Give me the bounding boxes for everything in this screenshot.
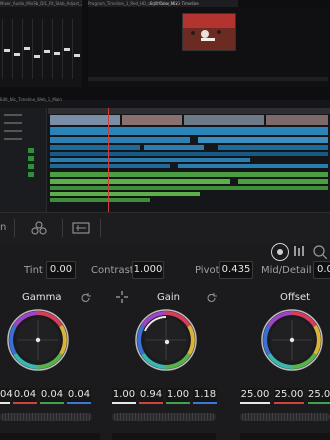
gamma-red-value[interactable]: 0.04 [13, 388, 37, 402]
gain-title: Gain [157, 292, 180, 303]
middetail-label: Mid/Detail [261, 265, 312, 276]
primaries-bars-icon[interactable] [291, 243, 307, 259]
gain-green-value[interactable]: 1.00 [166, 388, 190, 402]
gamma-master-jog[interactable] [0, 413, 92, 421]
palette-icon[interactable] [30, 221, 48, 235]
color-panel: Tint 0.00 Contrast 1.000 Pivot 0.435 Mid… [0, 243, 330, 440]
offset-red-value[interactable]: 25.00 [274, 388, 304, 402]
pivot-field[interactable]: 0.435 [219, 261, 253, 279]
contrast-field[interactable]: 1.000 [132, 261, 164, 279]
program-viewer[interactable] [88, 7, 328, 87]
mixer-title: Mixer_Audio_MixSb_DI1_Rt_Stab_Adjust_202… [0, 0, 82, 7]
contrast-label: Contrast [91, 265, 134, 276]
gamma-green-value[interactable]: 0.04 [40, 388, 64, 402]
gain-blue-value[interactable]: 1.18 [193, 388, 217, 402]
truncated-label: n [0, 222, 7, 233]
gamma-title: Gamma [22, 292, 62, 303]
gain-master-jog[interactable] [112, 413, 216, 421]
gain-wheel[interactable] [133, 307, 199, 373]
gain-red-value[interactable]: 0.94 [139, 388, 163, 402]
gamma-wheel[interactable] [5, 307, 71, 373]
timeline-clips[interactable] [48, 108, 330, 212]
gamma-reset-icon[interactable] [80, 292, 91, 306]
tint-field[interactable]: 0.00 [46, 261, 76, 279]
gain-reset-icon[interactable] [206, 292, 217, 306]
window-title: Edit Color Mix - Timeline [150, 1, 199, 6]
gain-luma-value[interactable]: 1.00 [112, 388, 136, 402]
log-wheels-icon[interactable] [311, 243, 328, 260]
track-headers[interactable] [0, 108, 47, 212]
offset-luma-value[interactable]: 25.00 [240, 388, 270, 402]
offset-green-value[interactable]: 25.00 [308, 388, 330, 402]
pivot-label: Pivot [195, 265, 220, 276]
timeline-title: Edit_Nic_Timeline_Web_1_Main [0, 97, 62, 102]
offset-title: Offset [280, 292, 311, 303]
gamma-luma-value[interactable]: 04 [0, 388, 13, 402]
color-wheels-mode-icon[interactable] [271, 243, 289, 261]
offset-master-jog[interactable] [240, 413, 330, 421]
tint-label: Tint [24, 265, 43, 276]
middetail-field[interactable]: 0.0 [313, 261, 330, 279]
offset-wheel[interactable] [259, 307, 325, 373]
video-frame [182, 13, 236, 51]
nodes-icon[interactable] [72, 221, 90, 235]
gamma-blue-value[interactable]: 0.04 [67, 388, 91, 402]
crosshair-picker-icon[interactable] [116, 291, 128, 306]
color-toolbar: n [0, 212, 330, 244]
audio-mixer[interactable] [0, 7, 82, 87]
editor-window: Mixer_Audio_MixSb_DI1_Rt_Stab_Adjust_202… [0, 0, 330, 212]
